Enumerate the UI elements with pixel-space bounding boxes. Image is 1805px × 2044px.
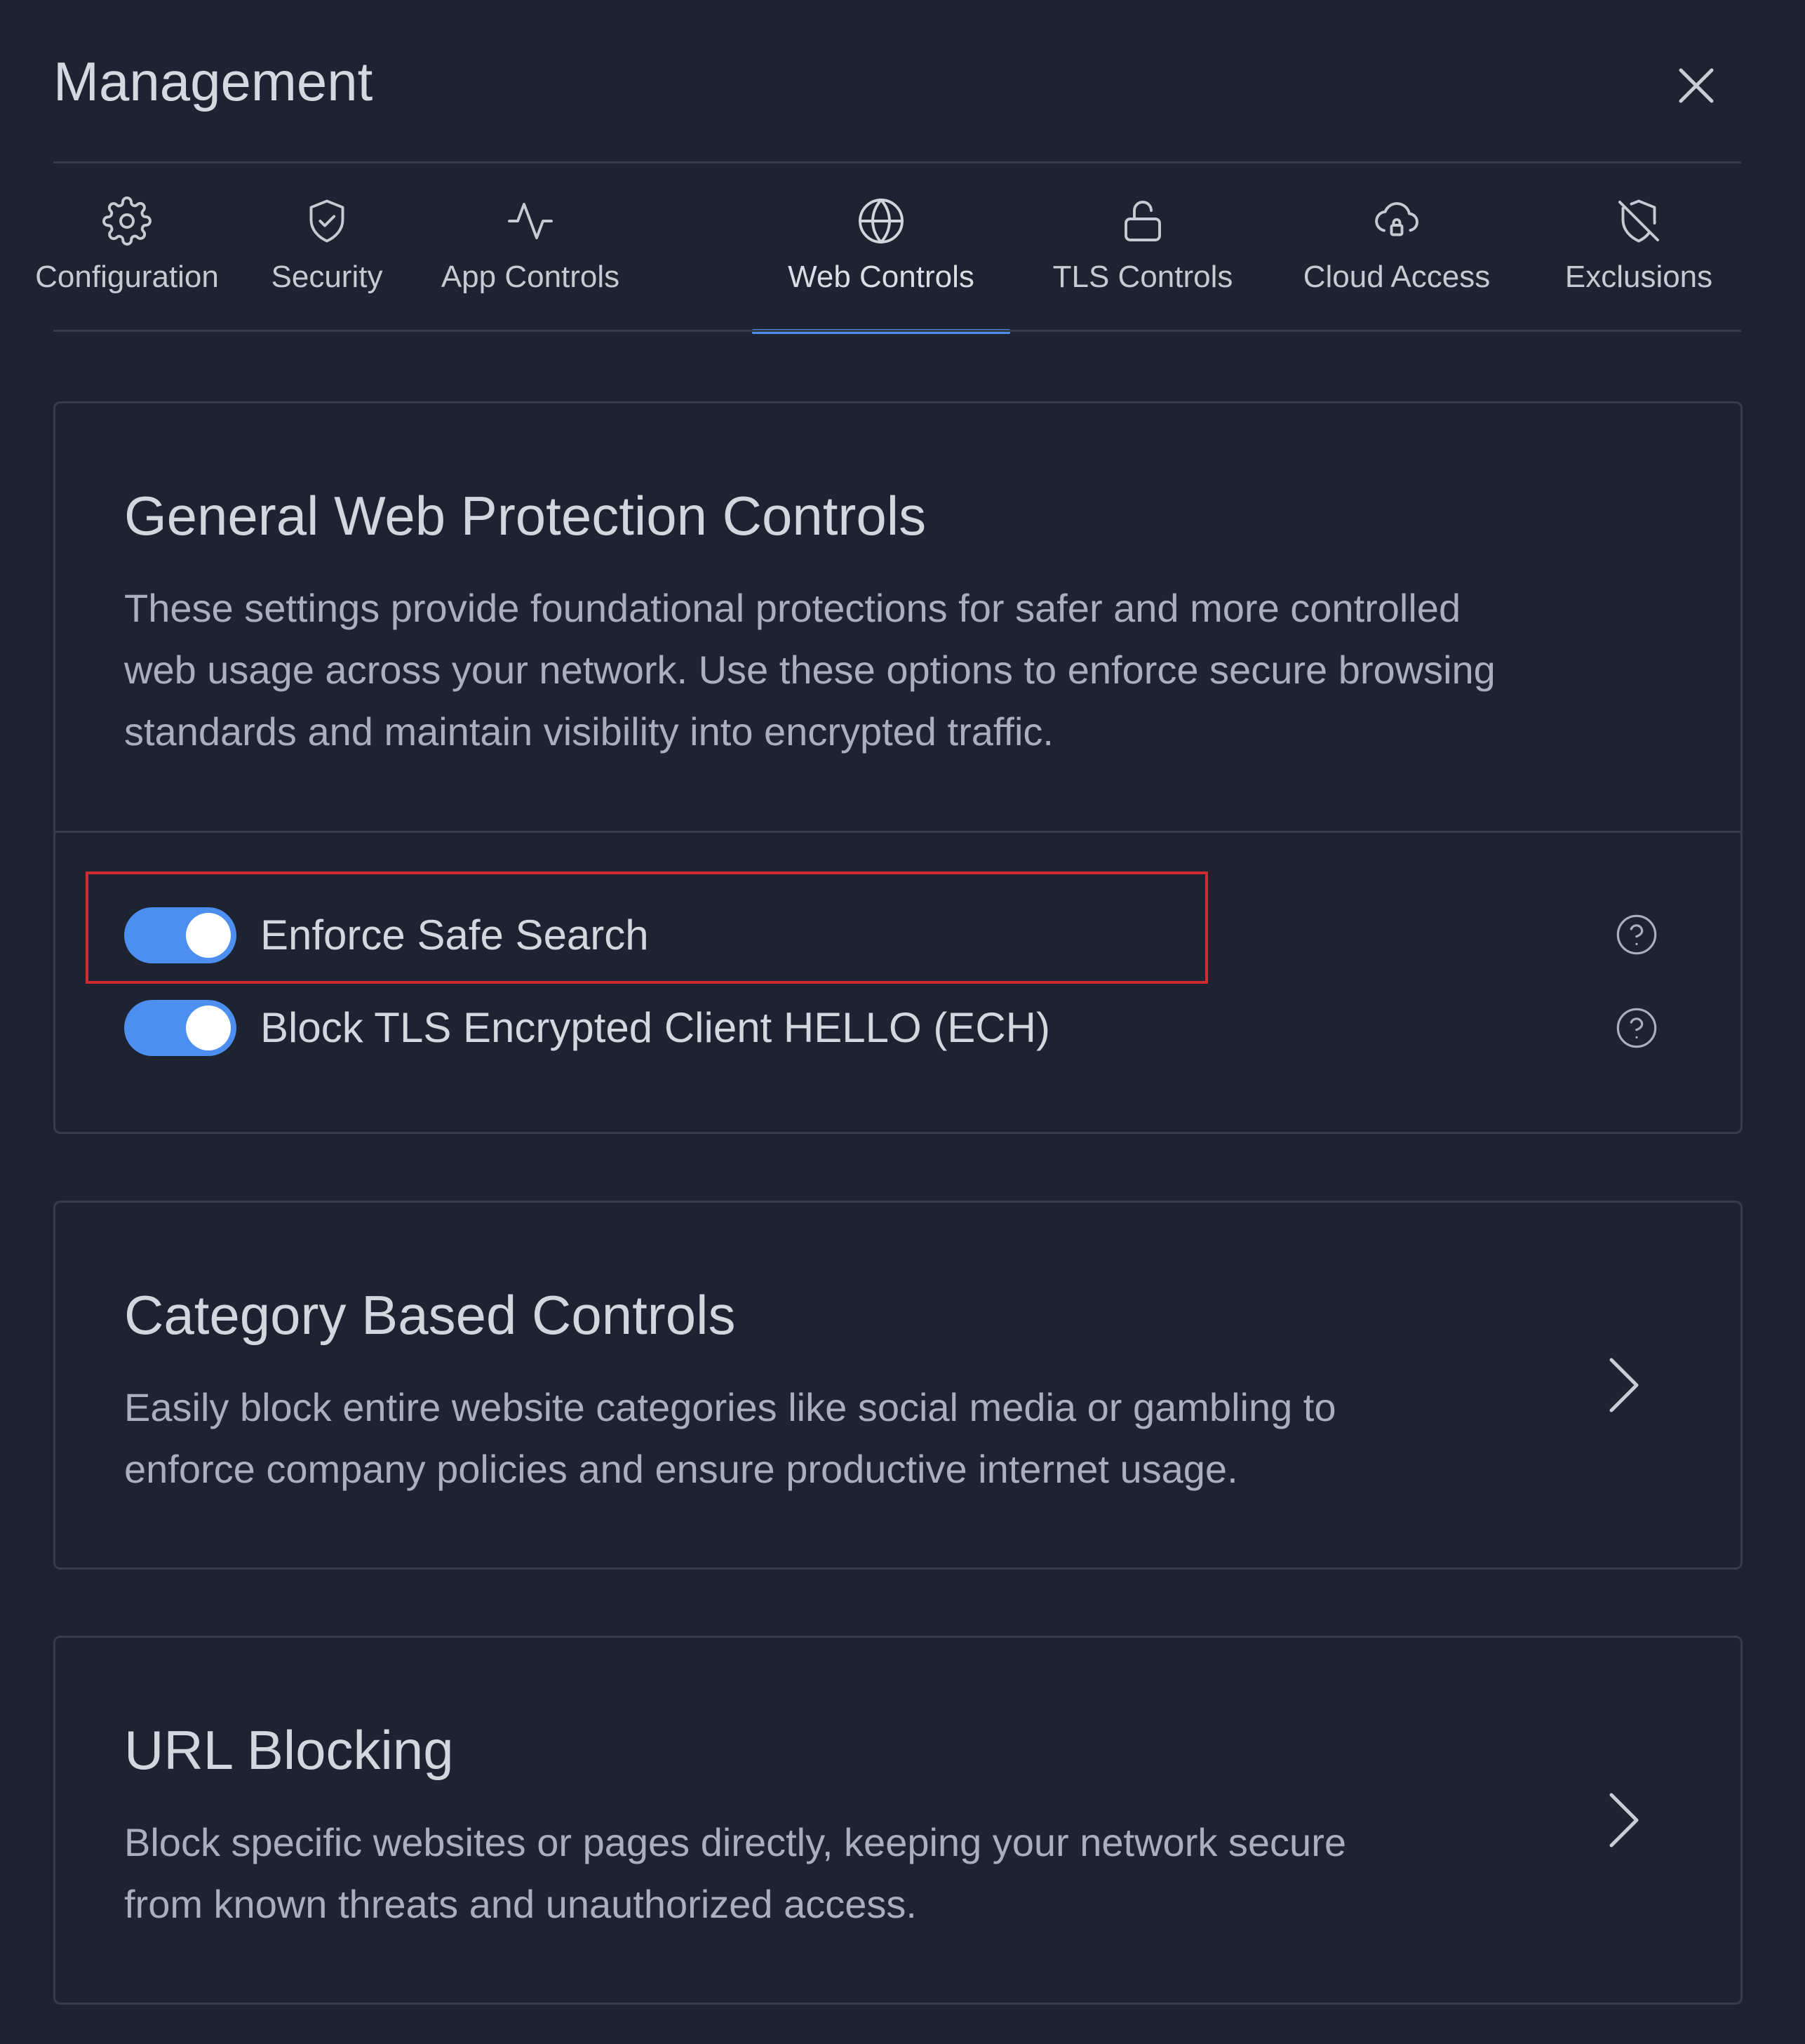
tab-cloud-access[interactable]: Cloud Access	[1288, 163, 1505, 332]
description-line: Easily block entire website categories l…	[124, 1385, 1336, 1429]
card-title: Category Based Controls	[124, 1284, 736, 1346]
help-circle-icon[interactable]	[1614, 912, 1659, 957]
toggle-knob	[186, 1006, 231, 1050]
help-circle-icon[interactable]	[1614, 1006, 1659, 1050]
unlock-icon	[1118, 196, 1168, 246]
shield-off-icon	[1613, 196, 1664, 246]
globe-icon	[856, 196, 906, 246]
tab-app-controls[interactable]: App Controls	[425, 163, 636, 332]
shield-check-icon	[302, 196, 352, 246]
tab-security[interactable]: Security	[264, 163, 390, 332]
tab-label: TLS Controls	[1052, 260, 1233, 294]
tab-label: Web Controls	[788, 260, 974, 294]
card-title: URL Blocking	[124, 1719, 454, 1781]
general-web-protection-card: General Web Protection Controls These se…	[53, 401, 1743, 1134]
description-line: from known threats and unauthorized acce…	[124, 1882, 917, 1926]
tab-label: Exclusions	[1564, 260, 1713, 294]
card-description: Block specific websites or pages directl…	[124, 1812, 1346, 1935]
chevron-right-icon[interactable]	[1599, 1350, 1648, 1420]
tab-configuration[interactable]: Configuration	[35, 163, 219, 332]
tab-tls-controls[interactable]: TLS Controls	[1041, 163, 1244, 332]
description-line: These settings provide foundational prot…	[124, 586, 1461, 630]
tab-label: App Controls	[441, 260, 620, 294]
tab-label: Configuration	[35, 260, 219, 294]
gear-icon	[102, 196, 152, 246]
card-description: These settings provide foundational prot…	[124, 577, 1496, 763]
chevron-right-icon[interactable]	[1599, 1785, 1648, 1855]
tab-label: Cloud Access	[1303, 260, 1491, 294]
description-line: Block specific websites or pages directl…	[124, 1820, 1346, 1864]
tab-bar: Configuration Security App Controls Web …	[35, 163, 1741, 334]
toggle-row-block-tls-ech: Block TLS Encrypted Client HELLO (ECH)	[124, 996, 1050, 1060]
tab-exclusions[interactable]: Exclusions	[1555, 163, 1723, 332]
management-panel: Management Configuration Security App Co…	[0, 0, 1805, 2044]
activity-icon	[505, 196, 556, 246]
category-based-controls-card[interactable]: Category Based Controls Easily block ent…	[53, 1201, 1743, 1570]
card-divider	[55, 831, 1740, 833]
url-blocking-card[interactable]: URL Blocking Block specific websites or …	[53, 1636, 1743, 2005]
tab-label: Security	[271, 260, 383, 294]
close-button[interactable]	[1661, 51, 1731, 121]
card-description: Easily block entire website categories l…	[124, 1377, 1336, 1500]
description-line: standards and maintain visibility into e…	[124, 709, 1054, 754]
cloud-lock-icon	[1371, 196, 1422, 246]
highlight-box	[86, 871, 1208, 984]
block-tls-ech-toggle[interactable]	[124, 1000, 236, 1056]
tab-web-controls[interactable]: Web Controls	[752, 163, 1010, 334]
close-icon	[1679, 68, 1714, 103]
description-line: enforce company policies and ensure prod…	[124, 1447, 1238, 1491]
page-title: Management	[53, 51, 373, 112]
description-line: web usage across your network. Use these…	[124, 648, 1496, 692]
tabs-divider	[53, 330, 1741, 332]
card-title: General Web Protection Controls	[124, 485, 927, 547]
toggle-label: Block TLS Encrypted Client HELLO (ECH)	[260, 1004, 1050, 1051]
